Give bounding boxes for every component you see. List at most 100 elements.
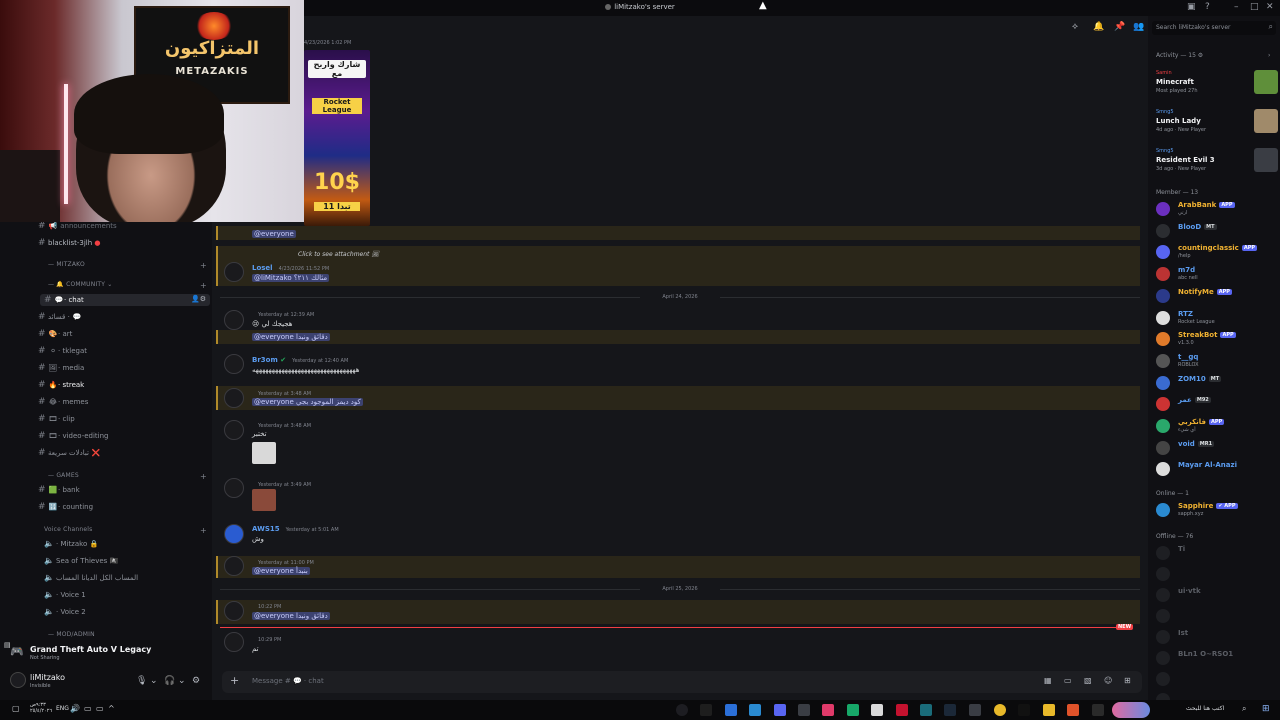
member-item[interactable]: فانكربي APP أي شيء [1156, 417, 1278, 435]
avatar[interactable] [224, 556, 244, 576]
discord-icon[interactable] [774, 704, 786, 716]
add-channel-icon[interactable]: + [200, 261, 207, 270]
member-item-offline[interactable]: Ti [1156, 544, 1278, 562]
gear-icon[interactable]: ⚙ [192, 676, 200, 686]
add-attachment-icon[interactable]: + [230, 674, 239, 687]
category-community[interactable]: — 🔔 COMMUNITY ⌄ + [48, 281, 207, 290]
channel-qasaid[interactable]: # قسائد · 💬 [38, 312, 82, 322]
member-item[interactable]: عمر M92 [1156, 395, 1278, 413]
promo-image[interactable]: شارك واربح مع Rocket League 10$ تبدا 11 [304, 50, 370, 226]
language-indicator[interactable]: ENG [56, 705, 69, 712]
avatar[interactable] [224, 310, 244, 330]
gif-icon[interactable]: ▭ [1064, 676, 1072, 685]
capcut-icon[interactable] [871, 704, 883, 716]
member-item-offline[interactable]: ui·vtk [1156, 586, 1278, 604]
apps-icon[interactable]: ⊞ [1124, 676, 1131, 685]
app-icon[interactable] [725, 704, 737, 716]
chrome-icon[interactable] [994, 704, 1006, 716]
add-channel-icon[interactable]: + [200, 472, 207, 481]
message-author[interactable]: Yesterday at 12:39 AM [252, 310, 314, 318]
headphones-icon[interactable]: 🎧 [164, 676, 175, 686]
close-icon[interactable]: ✕ [1266, 2, 1274, 12]
category-games[interactable]: — GAMES + [48, 472, 207, 481]
avatar[interactable] [224, 354, 244, 374]
channel-clip[interactable]: # 🎞· clip [38, 414, 75, 424]
message-author[interactable]: 10:29 PM [252, 635, 281, 643]
pin-icon[interactable]: 📌 [1114, 22, 1125, 32]
chevron-up-icon[interactable]: ^ [108, 704, 115, 713]
adobe-icon[interactable] [896, 704, 908, 716]
search-icon[interactable]: ⌕ [1242, 704, 1246, 714]
channel-bank[interactable]: # 🟩· bank [38, 485, 80, 495]
notification-icon[interactable]: ▢ [12, 704, 20, 713]
network-icon[interactable]: ▭ [84, 704, 92, 713]
add-channel-icon[interactable]: + [200, 281, 207, 290]
avatar[interactable] [224, 388, 244, 408]
member-item-offline[interactable]: Ist [1156, 628, 1278, 646]
member-item[interactable]: RTZ Rocket League [1156, 309, 1278, 327]
channel-tklegat[interactable]: # ⚪ · tklegat [38, 346, 87, 356]
message-author[interactable]: AWS15 Yesterday at 5:01 AM [252, 525, 339, 533]
message-author[interactable]: Yesterday at 3:48 AM [252, 389, 311, 397]
bell-icon[interactable]: 🔔 [1093, 22, 1104, 32]
member-item[interactable]: StreakBot APP v1.3.0 [1156, 330, 1278, 348]
attachment-link[interactable]: Click to see attachment 🖼 [298, 251, 379, 258]
maximize-icon[interactable]: □ [1250, 2, 1259, 12]
voice-channel-mitzako[interactable]: 🔈 · Mitzako 🔒 [44, 539, 98, 548]
member-item-offline[interactable] [1156, 607, 1278, 625]
channel-streak[interactable]: # 🔥· streak [38, 380, 84, 390]
message-composer[interactable]: + Message # 💬 · chat ▦ ▭ ▧ ☺ ⊞ [222, 671, 1142, 693]
channel-counting[interactable]: # 🔢· counting [38, 502, 93, 512]
category-mod-admin[interactable]: — MOD/ADMIN [48, 631, 95, 638]
message-author[interactable]: 10:22 PM [252, 602, 281, 610]
battery-icon[interactable]: ▭ [96, 704, 104, 713]
task-view-icon[interactable] [1092, 704, 1104, 716]
message-author[interactable]: Yesterday at 3:49 AM [252, 480, 311, 488]
member-item-offline[interactable] [1156, 565, 1278, 583]
avatar[interactable] [224, 478, 244, 498]
voice-channel-voice1[interactable]: 🔈 · Voice 1 [44, 590, 86, 599]
add-channel-icon[interactable]: + [200, 526, 207, 535]
member-item[interactable]: Mayar Al-Anazi [1156, 460, 1278, 478]
activity-card[interactable]: Samin Minecraft Most played 27h [1156, 70, 1278, 102]
sticker-icon[interactable]: ▧ [1084, 676, 1092, 685]
message-author[interactable]: Yesterday at 3:48 AM [252, 421, 311, 429]
activity-card[interactable]: Smng5 Lunch Lady 4d ago · New Player [1156, 109, 1278, 141]
avatar[interactable] [224, 262, 244, 282]
tiktok-icon[interactable] [1018, 704, 1030, 716]
voice-channel-sea-of-thieves[interactable]: 🔈 Sea of Thieves 🏴‍☠️ [44, 556, 118, 565]
widgets-icon[interactable] [1112, 702, 1150, 718]
activity-card[interactable]: Smng5 Resident Evil 3 3d ago · New Playe… [1156, 148, 1278, 180]
minimize-icon[interactable]: – [1234, 2, 1239, 12]
copilot-icon[interactable] [676, 704, 688, 716]
volume-icon[interactable]: 🔊 [70, 704, 80, 713]
message-author[interactable]: Br3om ✔ Yesterday at 12:40 AM [252, 356, 348, 364]
app-icon[interactable] [847, 704, 859, 716]
avatar[interactable] [224, 524, 244, 544]
brave-icon[interactable] [1067, 704, 1079, 716]
taskbar-search[interactable]: اكتب هنا للبحث [1186, 705, 1224, 712]
member-item[interactable]: void MR1 [1156, 439, 1278, 457]
category-voice[interactable]: Voice Channels + [44, 526, 207, 535]
message-author[interactable]: Losel 4/23/2026 11:52 PM [252, 264, 329, 272]
microphone-icon[interactable]: 🎙 [136, 676, 147, 686]
threads-icon[interactable]: ⟡ [1072, 22, 1078, 32]
help-icon[interactable]: ? [1205, 2, 1210, 12]
settings-icon[interactable] [969, 704, 981, 716]
channel-video-editing[interactable]: # 🎞· video-editing [38, 431, 109, 441]
app-icon[interactable] [749, 704, 761, 716]
member-item[interactable]: t__gq ROBLOX [1156, 352, 1278, 370]
image-attachment[interactable] [252, 442, 276, 464]
channel-announcements[interactable]: # 📢 announcements [38, 221, 117, 231]
app-icon[interactable] [920, 704, 932, 716]
channel-blacklist[interactable]: # blacklist-3jlh ● [38, 238, 101, 248]
member-item[interactable]: Sapphire ✔ APP sapph.xyz [1156, 501, 1278, 519]
file-explorer-icon[interactable] [1043, 704, 1055, 716]
channel-art[interactable]: # 🎨· art [38, 329, 72, 339]
member-item-offline[interactable]: BLn1 O~RSO1 [1156, 649, 1278, 667]
chevron-down-icon[interactable]: ⌄ [150, 676, 158, 686]
member-item[interactable]: countingclassic APP/help [1156, 243, 1278, 261]
invite-settings-icon[interactable]: 👤⚙ [191, 295, 206, 303]
channel-memes[interactable]: # 😂· memes [38, 397, 88, 407]
category-mitzako[interactable]: — MITZAKO + [48, 261, 207, 270]
